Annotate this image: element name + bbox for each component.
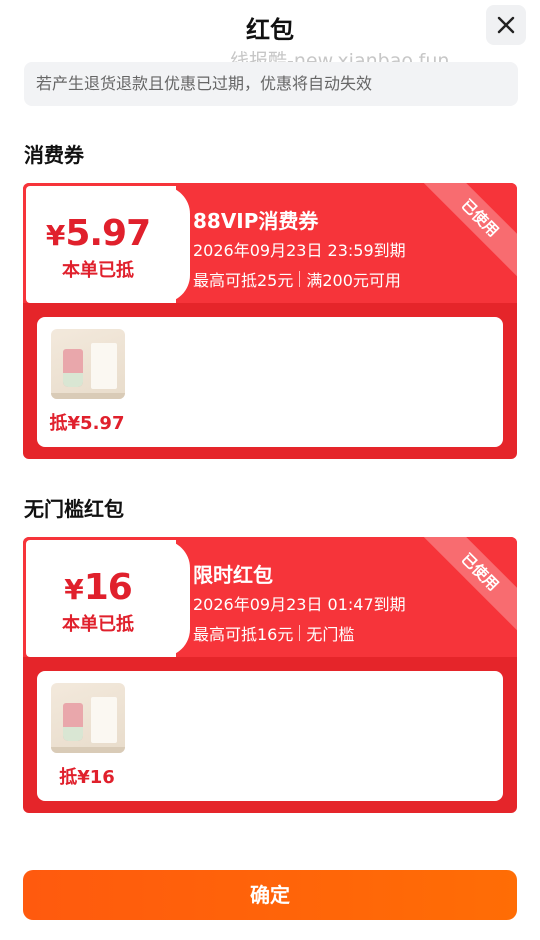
product-box (91, 697, 117, 743)
product-deduct: 抵¥5.97 (49, 413, 125, 434)
section-title-no-threshold: 无门槛红包 (24, 497, 124, 521)
coupon-rules: 最高可抵25元 满200元可用 (193, 267, 401, 291)
coupon-rule-max: 最高可抵25元 (193, 271, 294, 290)
section-title-consumption: 消费券 (24, 143, 84, 167)
product-box (91, 343, 117, 389)
coupon-amount: ¥5.97 (45, 213, 151, 254)
coupon-rules: 最高可抵16元 无门槛 (193, 621, 354, 645)
rule-divider (299, 271, 301, 287)
product-thumbnail[interactable] (51, 329, 125, 399)
coupon-name: 限时红包 (193, 563, 273, 587)
notice-banner: 若产生退货退款且优惠已过期，优惠将自动失效 (24, 62, 518, 106)
coupon-name: 88VIP消费券 (193, 209, 319, 233)
coupon-header: ¥16 本单已抵 限时红包 2026年09月23日 01:47到期 最高可抵16… (23, 537, 517, 657)
product-bottle (63, 349, 83, 387)
coupon-rule-threshold: 满200元可用 (306, 271, 401, 290)
coupon-rule-threshold: 无门槛 (306, 625, 355, 644)
coupon-items: 抵¥5.97 (37, 317, 503, 447)
coupon-amount-label: 本单已抵 (62, 260, 134, 281)
coupon-amount-label: 本单已抵 (62, 614, 134, 635)
coupon-card[interactable]: ¥16 本单已抵 限时红包 2026年09月23日 01:47到期 最高可抵16… (23, 537, 517, 813)
product-bottle (63, 703, 83, 741)
coupon-card[interactable]: ¥5.97 本单已抵 88VIP消费券 2026年09月23日 23:59到期 … (23, 183, 517, 459)
product-strip (51, 747, 125, 753)
coupon-expiry: 2026年09月23日 23:59到期 (193, 241, 406, 260)
rule-divider (299, 625, 301, 641)
coupon-expiry: 2026年09月23日 01:47到期 (193, 595, 406, 614)
used-status-badge: 已使用 (416, 183, 517, 282)
confirm-button[interactable]: 确定 (23, 870, 517, 920)
coupon-rule-max: 最高可抵16元 (193, 625, 294, 644)
product-thumbnail[interactable] (51, 683, 125, 753)
close-button[interactable] (486, 5, 526, 45)
used-status-badge: 已使用 (416, 537, 517, 636)
coupon-amount: ¥16 (64, 567, 133, 608)
close-icon (497, 16, 515, 34)
product-strip (51, 393, 125, 399)
coupon-items: 抵¥16 (37, 671, 503, 801)
coupon-header: ¥5.97 本单已抵 88VIP消费券 2026年09月23日 23:59到期 … (23, 183, 517, 303)
page-title: 红包 (246, 16, 294, 44)
product-deduct: 抵¥16 (59, 767, 115, 788)
